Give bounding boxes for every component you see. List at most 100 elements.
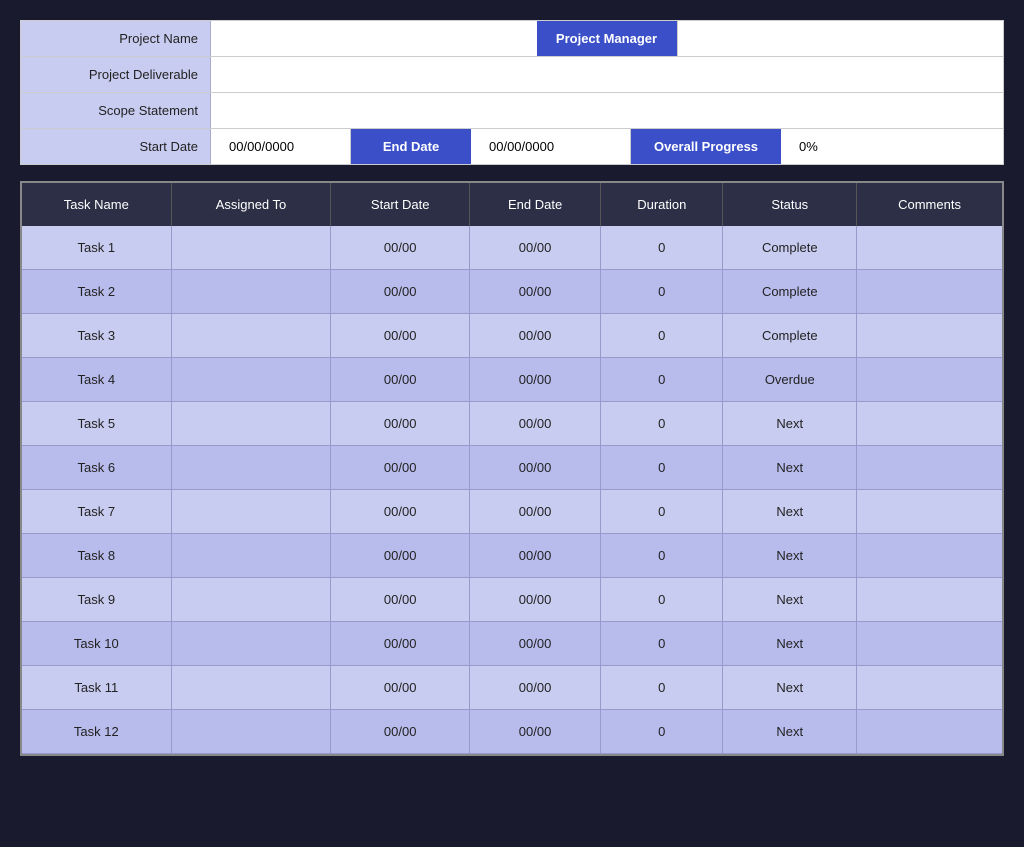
status-cell[interactable]: Overdue xyxy=(723,358,857,402)
duration-cell[interactable]: 0 xyxy=(601,622,723,666)
table-row[interactable]: Task 200/0000/000Complete xyxy=(22,270,1002,314)
task-name-cell[interactable]: Task 2 xyxy=(22,270,171,314)
start-date-cell[interactable]: 00/00 xyxy=(331,402,470,446)
status-cell[interactable]: Next xyxy=(723,666,857,710)
task-name-cell[interactable]: Task 12 xyxy=(22,710,171,754)
assigned-to-cell[interactable] xyxy=(171,666,331,710)
status-cell[interactable]: Next xyxy=(723,534,857,578)
project-name-value[interactable] xyxy=(211,21,537,56)
start-date-cell[interactable]: 00/00 xyxy=(331,710,470,754)
comments-cell[interactable] xyxy=(857,402,1002,446)
table-row[interactable]: Task 800/0000/000Next xyxy=(22,534,1002,578)
assigned-to-cell[interactable] xyxy=(171,622,331,666)
end-date-cell[interactable]: 00/00 xyxy=(470,666,601,710)
assigned-to-cell[interactable] xyxy=(171,446,331,490)
duration-cell[interactable]: 0 xyxy=(601,490,723,534)
end-date-cell[interactable]: 00/00 xyxy=(470,710,601,754)
start-date-cell[interactable]: 00/00 xyxy=(331,358,470,402)
duration-cell[interactable]: 0 xyxy=(601,226,723,270)
status-cell[interactable]: Next xyxy=(723,402,857,446)
start-date-cell[interactable]: 00/00 xyxy=(331,226,470,270)
scope-statement-value[interactable] xyxy=(211,93,1003,128)
duration-cell[interactable]: 0 xyxy=(601,666,723,710)
task-name-cell[interactable]: Task 4 xyxy=(22,358,171,402)
end-date-cell[interactable]: 00/00 xyxy=(470,314,601,358)
table-row[interactable]: Task 1200/0000/000Next xyxy=(22,710,1002,754)
status-cell[interactable]: Next xyxy=(723,490,857,534)
comments-cell[interactable] xyxy=(857,226,1002,270)
task-name-cell[interactable]: Task 8 xyxy=(22,534,171,578)
comments-cell[interactable] xyxy=(857,578,1002,622)
end-date-cell[interactable]: 00/00 xyxy=(470,402,601,446)
status-cell[interactable]: Next xyxy=(723,710,857,754)
task-name-cell[interactable]: Task 7 xyxy=(22,490,171,534)
end-date-cell[interactable]: 00/00 xyxy=(470,578,601,622)
start-date-cell[interactable]: 00/00 xyxy=(331,666,470,710)
duration-cell[interactable]: 0 xyxy=(601,270,723,314)
status-cell[interactable]: Complete xyxy=(723,314,857,358)
assigned-to-cell[interactable] xyxy=(171,358,331,402)
duration-cell[interactable]: 0 xyxy=(601,534,723,578)
table-row[interactable]: Task 100/0000/000Complete xyxy=(22,226,1002,270)
assigned-to-cell[interactable] xyxy=(171,226,331,270)
table-row[interactable]: Task 900/0000/000Next xyxy=(22,578,1002,622)
table-row[interactable]: Task 300/0000/000Complete xyxy=(22,314,1002,358)
comments-cell[interactable] xyxy=(857,622,1002,666)
table-row[interactable]: Task 400/0000/000Overdue xyxy=(22,358,1002,402)
status-cell[interactable]: Next xyxy=(723,622,857,666)
start-date-cell[interactable]: 00/00 xyxy=(331,534,470,578)
start-date-value[interactable]: 00/00/0000 xyxy=(211,129,351,164)
start-date-cell[interactable]: 00/00 xyxy=(331,446,470,490)
comments-cell[interactable] xyxy=(857,314,1002,358)
status-cell[interactable]: Next xyxy=(723,446,857,490)
overall-progress-value[interactable]: 0% xyxy=(781,129,1003,164)
comments-cell[interactable] xyxy=(857,358,1002,402)
task-name-cell[interactable]: Task 1 xyxy=(22,226,171,270)
start-date-cell[interactable]: 00/00 xyxy=(331,314,470,358)
assigned-to-cell[interactable] xyxy=(171,402,331,446)
assigned-to-cell[interactable] xyxy=(171,270,331,314)
end-date-button[interactable]: End Date xyxy=(351,129,471,164)
comments-cell[interactable] xyxy=(857,270,1002,314)
comments-cell[interactable] xyxy=(857,490,1002,534)
duration-cell[interactable]: 0 xyxy=(601,710,723,754)
duration-cell[interactable]: 0 xyxy=(601,358,723,402)
task-name-cell[interactable]: Task 6 xyxy=(22,446,171,490)
assigned-to-cell[interactable] xyxy=(171,490,331,534)
end-date-cell[interactable]: 00/00 xyxy=(470,490,601,534)
assigned-to-cell[interactable] xyxy=(171,578,331,622)
task-name-cell[interactable]: Task 10 xyxy=(22,622,171,666)
assigned-to-cell[interactable] xyxy=(171,710,331,754)
end-date-cell[interactable]: 00/00 xyxy=(470,226,601,270)
end-date-cell[interactable]: 00/00 xyxy=(470,358,601,402)
assigned-to-cell[interactable] xyxy=(171,534,331,578)
comments-cell[interactable] xyxy=(857,446,1002,490)
table-row[interactable]: Task 1100/0000/000Next xyxy=(22,666,1002,710)
status-cell[interactable]: Next xyxy=(723,578,857,622)
start-date-cell[interactable]: 00/00 xyxy=(331,578,470,622)
comments-cell[interactable] xyxy=(857,710,1002,754)
duration-cell[interactable]: 0 xyxy=(601,446,723,490)
end-date-cell[interactable]: 00/00 xyxy=(470,534,601,578)
table-row[interactable]: Task 600/0000/000Next xyxy=(22,446,1002,490)
task-name-cell[interactable]: Task 11 xyxy=(22,666,171,710)
start-date-cell[interactable]: 00/00 xyxy=(331,622,470,666)
table-row[interactable]: Task 1000/0000/000Next xyxy=(22,622,1002,666)
project-manager-value[interactable] xyxy=(677,21,1004,56)
end-date-cell[interactable]: 00/00 xyxy=(470,270,601,314)
start-date-cell[interactable]: 00/00 xyxy=(331,490,470,534)
table-row[interactable]: Task 700/0000/000Next xyxy=(22,490,1002,534)
project-deliverable-value[interactable] xyxy=(211,57,1003,92)
comments-cell[interactable] xyxy=(857,534,1002,578)
status-cell[interactable]: Complete xyxy=(723,270,857,314)
project-manager-button[interactable]: Project Manager xyxy=(537,21,677,56)
task-name-cell[interactable]: Task 9 xyxy=(22,578,171,622)
task-name-cell[interactable]: Task 5 xyxy=(22,402,171,446)
status-cell[interactable]: Complete xyxy=(723,226,857,270)
end-date-value[interactable]: 00/00/0000 xyxy=(471,129,631,164)
assigned-to-cell[interactable] xyxy=(171,314,331,358)
end-date-cell[interactable]: 00/00 xyxy=(470,446,601,490)
duration-cell[interactable]: 0 xyxy=(601,578,723,622)
overall-progress-button[interactable]: Overall Progress xyxy=(631,129,781,164)
task-name-cell[interactable]: Task 3 xyxy=(22,314,171,358)
